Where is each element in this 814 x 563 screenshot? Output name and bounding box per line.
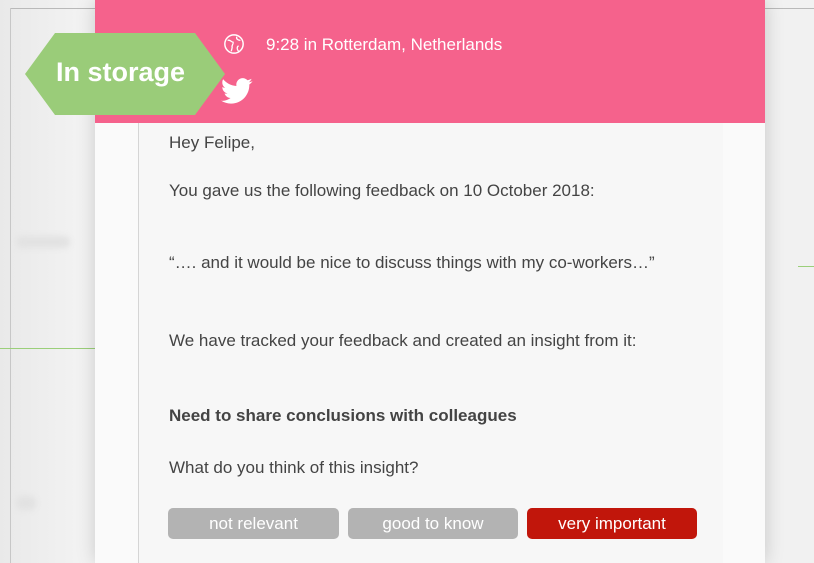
good-to-know-button[interactable]: good to know: [348, 508, 518, 539]
tracked-text: We have tracked your feedback and create…: [169, 331, 637, 350]
not-relevant-button[interactable]: not relevant: [168, 508, 339, 539]
twitter-icon[interactable]: [220, 78, 254, 106]
question-text: What do you think of this insight?: [169, 458, 419, 477]
insight-title: Need to share conclusions with colleague…: [169, 406, 517, 425]
globe-icon: [224, 34, 244, 54]
very-important-button[interactable]: very important: [527, 508, 697, 539]
frame-border-left: [10, 8, 11, 563]
local-time-location: 9:28 in Rotterdam, Netherlands: [266, 35, 503, 54]
blurred-background-text: [16, 236, 70, 248]
connector-line-right: [798, 266, 814, 267]
blurred-background-text: [16, 496, 36, 510]
greeting-text: Hey Felipe,: [169, 133, 255, 152]
feedback-intro-text: You gave us the following feedback on 10…: [169, 181, 595, 200]
storage-badge-label: In storage: [55, 57, 186, 87]
background-right-panel: [765, 0, 814, 563]
feedback-quote: “…. and it would be nice to discuss thin…: [169, 253, 655, 272]
